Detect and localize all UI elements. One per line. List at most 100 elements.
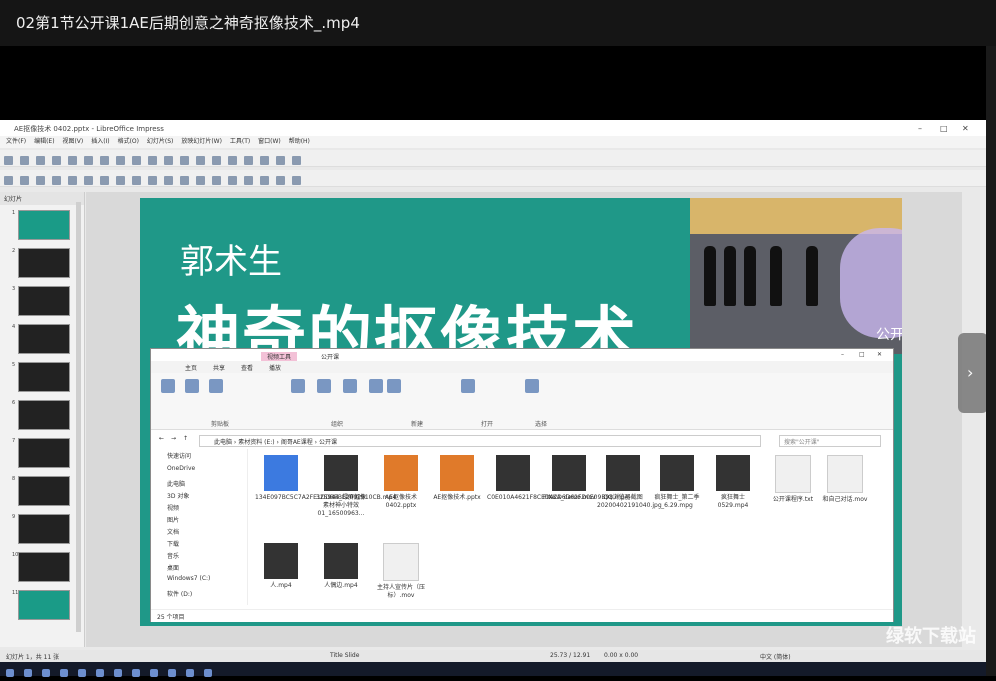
search-input[interactable]: 搜索"公开课" (779, 435, 881, 447)
menu-view[interactable]: 视图(V) (62, 138, 83, 145)
paste-icon[interactable] (116, 156, 125, 165)
slide-thumbnail[interactable] (18, 248, 70, 278)
slide-pane-scrollbar[interactable] (76, 202, 81, 632)
select-all-icon[interactable] (525, 379, 539, 393)
nav-item[interactable]: 文档 (167, 527, 179, 536)
block-arrow-icon[interactable] (196, 176, 205, 185)
slide-thumbnail[interactable] (18, 286, 70, 316)
arrow-icon[interactable] (116, 176, 125, 185)
slide-thumbnail[interactable] (18, 514, 70, 544)
nav-item[interactable]: 软件 (D:) (167, 589, 192, 598)
textbox-icon[interactable] (260, 156, 269, 165)
text-icon[interactable] (36, 176, 45, 185)
file-item[interactable]: 公开课程序.txt (767, 455, 819, 504)
tab-share[interactable]: 共享 (213, 363, 225, 372)
image-icon[interactable] (228, 156, 237, 165)
slide-thumbnail[interactable] (18, 476, 70, 506)
delete-icon[interactable] (343, 379, 357, 393)
nav-item[interactable]: 音乐 (167, 551, 179, 560)
minimize-icon[interactable]: – (918, 124, 922, 133)
file-item[interactable]: AE抠像技术0402.pptx (375, 455, 427, 510)
close-icon[interactable]: ✕ (962, 124, 969, 133)
curve-icon[interactable] (132, 176, 141, 185)
callout-icon[interactable] (212, 176, 221, 185)
table-icon[interactable] (212, 156, 221, 165)
new-icon[interactable] (4, 156, 13, 165)
file-item[interactable]: 和自己对话.mov (819, 455, 871, 504)
file-item[interactable]: PINKA_demo.mov (543, 455, 596, 502)
rectangle-icon[interactable] (84, 176, 93, 185)
menu-edit[interactable]: 编辑(E) (34, 138, 54, 145)
copy-icon[interactable] (185, 379, 199, 393)
slide-thumbnail[interactable] (18, 210, 70, 240)
nav-item[interactable]: OneDrive (167, 465, 195, 472)
new-folder-icon[interactable] (387, 379, 401, 393)
select-icon[interactable] (4, 176, 13, 185)
maximize-icon[interactable]: □ (859, 351, 865, 358)
menu-format[interactable]: 格式(O) (118, 138, 139, 145)
fill-icon[interactable] (52, 176, 61, 185)
redo-icon[interactable] (148, 156, 157, 165)
fontwork-icon[interactable] (292, 156, 301, 165)
menu-slide[interactable]: 幻灯片(S) (147, 138, 174, 145)
rotate-icon[interactable] (260, 176, 269, 185)
spellcheck-icon[interactable] (180, 156, 189, 165)
find-icon[interactable] (164, 156, 173, 165)
back-icon[interactable]: ← (159, 435, 164, 442)
shape-icon[interactable] (164, 176, 173, 185)
maximize-icon[interactable]: □ (940, 124, 948, 133)
file-item[interactable]: 疯狂舞士0529.mp4 (707, 455, 759, 510)
menu-help[interactable]: 帮助(H) (289, 138, 310, 145)
nav-item[interactable]: 视频 (167, 503, 179, 512)
nav-item[interactable]: 3D 对象 (167, 491, 189, 500)
undo-icon[interactable] (132, 156, 141, 165)
tab-view[interactable]: 查看 (241, 363, 253, 372)
file-item[interactable]: C0E010A4621F8CEDA2D6D62FD0E09B98.mp4 (487, 455, 628, 502)
tab-play[interactable]: 播放 (269, 363, 281, 372)
slide-thumbnail[interactable] (18, 438, 70, 468)
pdf-icon[interactable] (52, 156, 61, 165)
video-frame[interactable]: AE抠像技术 0402.pptx - LibreOffice Impress –… (0, 120, 986, 662)
file-item[interactable]: AE抠像技术.pptx (431, 455, 483, 502)
file-item[interactable]: 主持人宣传片（压标）.mov (375, 543, 427, 600)
file-item[interactable]: 325944_绿屏抠像素材神小特效01_16500963... (315, 455, 367, 518)
properties-icon[interactable] (461, 379, 475, 393)
page-scrollbar[interactable] (986, 46, 996, 676)
nav-item[interactable]: 桌面 (167, 563, 179, 572)
star-icon[interactable] (228, 176, 237, 185)
3d-icon[interactable] (244, 176, 253, 185)
minimize-icon[interactable]: – (841, 351, 844, 358)
up-icon[interactable]: ↑ (183, 435, 188, 442)
close-icon[interactable]: ✕ (877, 351, 882, 358)
shadow-icon[interactable] (292, 176, 301, 185)
grid-icon[interactable] (196, 156, 205, 165)
file-item[interactable]: 疯狂舞士_第二季_6.29.mpg (651, 455, 703, 510)
rename-icon[interactable] (369, 379, 383, 393)
slide-thumbnail[interactable] (18, 362, 70, 392)
save-icon[interactable] (36, 156, 45, 165)
open-icon[interactable] (20, 156, 29, 165)
nav-item[interactable]: Windows7 (C:) (167, 575, 210, 582)
forward-icon[interactable]: → (171, 435, 176, 442)
cut-icon[interactable] (84, 156, 93, 165)
symbol-icon[interactable] (276, 156, 285, 165)
nav-item[interactable]: 图片 (167, 515, 179, 524)
menu-slideshow[interactable]: 放映幻灯片(W) (181, 138, 222, 145)
connector-icon[interactable] (148, 176, 157, 185)
nav-item[interactable]: 快速访问 (167, 451, 191, 460)
menu-file[interactable]: 文件(F) (6, 138, 26, 145)
chart-icon[interactable] (244, 156, 253, 165)
menu-window[interactable]: 窗口(W) (258, 138, 281, 145)
copy-icon[interactable] (100, 156, 109, 165)
copy-to-icon[interactable] (317, 379, 331, 393)
pin-icon[interactable] (161, 379, 175, 393)
file-item[interactable]: 134E097BC5C7A2FE1DDBEBE2092910CB.mp4 (255, 455, 396, 502)
file-item[interactable]: QQ浏览器截图20200402191040.jpg (597, 455, 662, 510)
ellipse-icon[interactable] (100, 176, 109, 185)
file-item[interactable]: 人.mp4 (255, 543, 307, 590)
print-icon[interactable] (68, 156, 77, 165)
nav-item[interactable]: 此电脑 (167, 479, 185, 488)
slide-thumbnail[interactable] (18, 552, 70, 582)
current-slide[interactable]: 郭术生 神奇的抠像技术 今日 公开课案例 视频工具 公开课 – (140, 198, 902, 626)
slide-thumbnail[interactable] (18, 590, 70, 620)
